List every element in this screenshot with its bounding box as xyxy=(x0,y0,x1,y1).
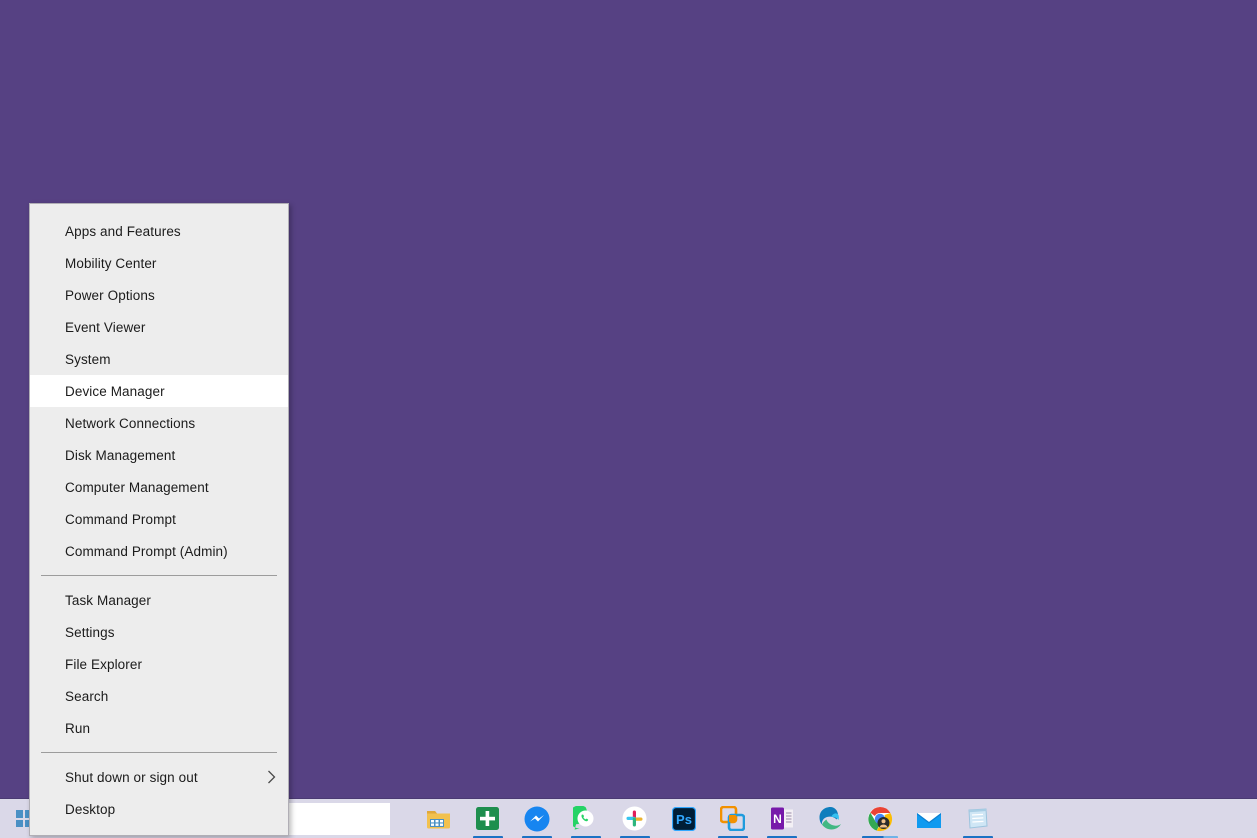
taskbar-item-edge[interactable] xyxy=(806,799,855,838)
menu-item-label: Settings xyxy=(65,624,115,640)
chrome-icon xyxy=(867,806,893,832)
menu-item-device-manager[interactable]: Device Manager xyxy=(30,375,288,407)
edge-icon xyxy=(818,806,844,832)
taskbar-item-vmware[interactable] xyxy=(708,799,757,838)
taskbar-item-onenote[interactable]: N xyxy=(757,799,806,838)
menu-item-computer-management[interactable]: Computer Management xyxy=(30,471,288,503)
messenger-icon xyxy=(524,806,550,832)
menu-item-shut-down-or-sign-out[interactable]: Shut down or sign out xyxy=(30,761,288,793)
menu-item-label: Mobility Center xyxy=(65,255,157,271)
menu-item-desktop[interactable]: Desktop xyxy=(30,793,288,825)
menu-item-label: Command Prompt xyxy=(65,511,176,527)
menu-item-label: File Explorer xyxy=(65,656,143,672)
menu-item-label: Computer Management xyxy=(65,479,209,495)
menu-item-run[interactable]: Run xyxy=(30,712,288,744)
file-explorer-icon xyxy=(426,806,452,832)
photoshop-icon: Ps xyxy=(671,806,697,832)
menu-item-label: Run xyxy=(65,720,91,736)
menu-item-event-viewer[interactable]: Event Viewer xyxy=(30,311,288,343)
menu-item-label: Event Viewer xyxy=(65,319,146,335)
menu-separator xyxy=(41,575,277,576)
winx-power-user-menu[interactable]: Apps and Features Mobility Center Power … xyxy=(29,203,289,836)
excel-icon xyxy=(475,806,501,832)
desktop[interactable]: Apps and Features Mobility Center Power … xyxy=(0,0,1257,838)
onenote-icon: N xyxy=(769,806,795,832)
svg-text:N: N xyxy=(773,812,782,826)
vmware-icon xyxy=(720,806,746,832)
menu-item-system[interactable]: System xyxy=(30,343,288,375)
taskbar-item-photoshop[interactable]: Ps xyxy=(659,799,708,838)
menu-item-command-prompt[interactable]: Command Prompt xyxy=(30,503,288,535)
menu-item-label: Task Manager xyxy=(65,592,151,608)
menu-group-tools: Task Manager Settings File Explorer Sear… xyxy=(30,584,288,744)
chevron-right-icon xyxy=(267,770,276,784)
menu-item-disk-management[interactable]: Disk Management xyxy=(30,439,288,471)
menu-item-label: System xyxy=(65,351,111,367)
menu-item-label: Apps and Features xyxy=(65,223,181,239)
taskbar-item-chrome[interactable] xyxy=(855,799,904,838)
taskbar-item-excel[interactable] xyxy=(463,799,512,838)
menu-item-command-prompt-admin[interactable]: Command Prompt (Admin) xyxy=(30,535,288,567)
slack-icon xyxy=(622,806,648,832)
taskbar-item-file-explorer[interactable] xyxy=(414,799,463,838)
mail-icon xyxy=(916,806,942,832)
menu-item-label: Desktop xyxy=(65,801,116,817)
taskbar-item-messenger[interactable] xyxy=(512,799,561,838)
menu-item-label: Power Options xyxy=(65,287,155,303)
menu-item-apps-and-features[interactable]: Apps and Features xyxy=(30,215,288,247)
menu-item-mobility-center[interactable]: Mobility Center xyxy=(30,247,288,279)
menu-item-task-manager[interactable]: Task Manager xyxy=(30,584,288,616)
taskbar-app-list: Ps N xyxy=(414,799,1002,838)
menu-separator xyxy=(41,752,277,753)
menu-item-power-options[interactable]: Power Options xyxy=(30,279,288,311)
taskbar-item-sticky-notes[interactable] xyxy=(953,799,1002,838)
menu-item-settings[interactable]: Settings xyxy=(30,616,288,648)
menu-item-network-connections[interactable]: Network Connections xyxy=(30,407,288,439)
taskbar-item-slack[interactable] xyxy=(610,799,659,838)
sticky-notes-icon xyxy=(965,806,991,832)
menu-item-label: Network Connections xyxy=(65,415,196,431)
menu-item-label: Disk Management xyxy=(65,447,176,463)
taskbar-item-mail[interactable] xyxy=(904,799,953,838)
menu-item-search[interactable]: Search xyxy=(30,680,288,712)
menu-item-file-explorer[interactable]: File Explorer xyxy=(30,648,288,680)
svg-text:Ps: Ps xyxy=(676,812,692,827)
menu-item-label: Shut down or sign out xyxy=(65,769,198,785)
task-view-button[interactable] xyxy=(390,799,400,838)
menu-item-label: Search xyxy=(65,688,109,704)
menu-item-label: Device Manager xyxy=(65,383,165,399)
taskbar-item-whatsapp[interactable] xyxy=(561,799,610,838)
menu-group-system: Apps and Features Mobility Center Power … xyxy=(30,215,288,567)
whatsapp-icon xyxy=(573,806,599,832)
menu-item-label: Command Prompt (Admin) xyxy=(65,543,228,559)
menu-group-session: Shut down or sign out Desktop xyxy=(30,761,288,825)
